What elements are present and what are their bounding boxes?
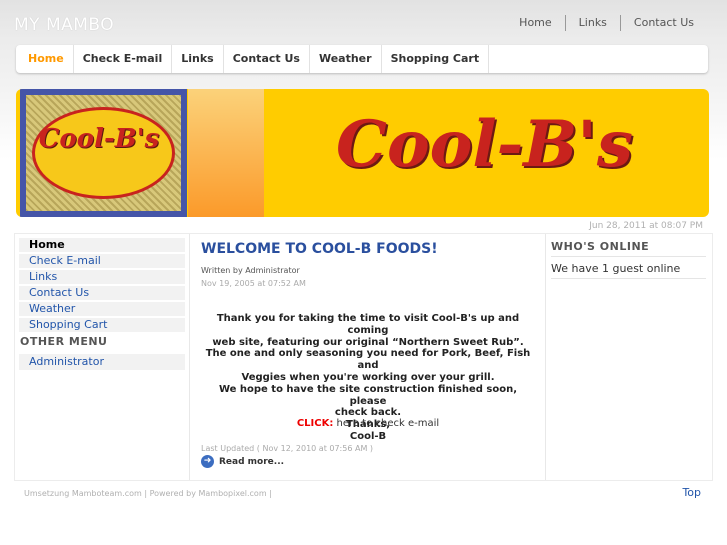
sidebar-item-contact-us[interactable]: Contact Us <box>19 286 185 300</box>
check-email-link[interactable]: here to check e-mail <box>333 418 440 429</box>
article-line: Veggies when you're working over your gr… <box>241 371 495 383</box>
toplink-home[interactable]: Home <box>506 15 564 31</box>
check-email-line: CLICK: here to check e-mail <box>201 418 535 429</box>
nav-home[interactable]: Home <box>19 45 74 73</box>
site-title: MY MAMBO <box>14 15 115 35</box>
top-links: Home Links Contact Us <box>506 15 707 31</box>
read-more-label: Read more... <box>219 456 285 467</box>
nav-check-email[interactable]: Check E-mail <box>74 45 173 73</box>
sidebar-item-shopping-cart[interactable]: Shopping Cart <box>19 318 185 332</box>
article-author: Written by Administrator <box>201 266 300 275</box>
logo-text: Cool-B's <box>38 124 160 154</box>
current-date: Jun 28, 2011 at 08:07 PM <box>589 221 703 231</box>
sidebar-item-links[interactable]: Links <box>19 270 185 284</box>
back-to-top-link[interactable]: Top <box>682 486 701 499</box>
article-line: Cool-B <box>349 430 387 442</box>
banner-logo-image: Cool-B's <box>20 89 187 217</box>
nav-links[interactable]: Links <box>172 45 224 73</box>
whos-online-text: We have 1 guest online <box>551 262 706 279</box>
nav-weather[interactable]: Weather <box>310 45 382 73</box>
sidebar-item-administrator[interactable]: Administrator <box>19 354 185 370</box>
main-column: WELCOME TO COOL-B FOODS! Written by Admi… <box>190 234 546 480</box>
article-line: The one and only seasoning you need for … <box>205 348 531 372</box>
right-sidebar: WHO'S ONLINE We have 1 guest online <box>546 234 712 480</box>
article-line: We hope to have the site construction fi… <box>218 383 518 407</box>
sidebar-item-home[interactable]: Home <box>19 238 185 252</box>
toplink-links[interactable]: Links <box>564 15 620 31</box>
sidebar-item-check-email[interactable]: Check E-mail <box>19 254 185 268</box>
sidebar-item-weather[interactable]: Weather <box>19 302 185 316</box>
article-line: web site, featuring our original “Northe… <box>212 336 524 348</box>
whos-online-heading: WHO'S ONLINE <box>551 240 706 257</box>
article-updated-date: Last Updated ( Nov 12, 2010 at 07:56 AM … <box>201 444 374 453</box>
banner-logo-text: Cool-B's <box>336 107 633 182</box>
article-created-date: Nov 19, 2005 at 07:52 AM <box>201 279 306 288</box>
header-banner: Cool-B's Cool-B's <box>16 89 709 217</box>
banner-gradient-strip <box>188 89 264 217</box>
click-label: CLICK: <box>296 418 334 429</box>
left-sidebar: Home Check E-mail Links Contact Us Weath… <box>15 234 190 480</box>
nav-shopping-cart[interactable]: Shopping Cart <box>382 45 490 73</box>
article-line: Thank you for taking the time to visit C… <box>216 313 520 336</box>
footer-credits: Umsetzung Mamboteam.com | Powered by Mam… <box>24 489 272 498</box>
toplink-contact-us[interactable]: Contact Us <box>619 15 707 31</box>
content-area: Home Check E-mail Links Contact Us Weath… <box>14 233 713 481</box>
article-title[interactable]: WELCOME TO COOL-B FOODS! <box>201 241 438 257</box>
nav-contact-us[interactable]: Contact Us <box>224 45 310 73</box>
main-navbar: Home Check E-mail Links Contact Us Weath… <box>16 45 708 73</box>
other-menu-heading: OTHER MENU <box>20 335 108 348</box>
arrow-right-icon: ➜ <box>201 455 214 468</box>
read-more-link[interactable]: ➜ Read more... <box>201 455 284 468</box>
